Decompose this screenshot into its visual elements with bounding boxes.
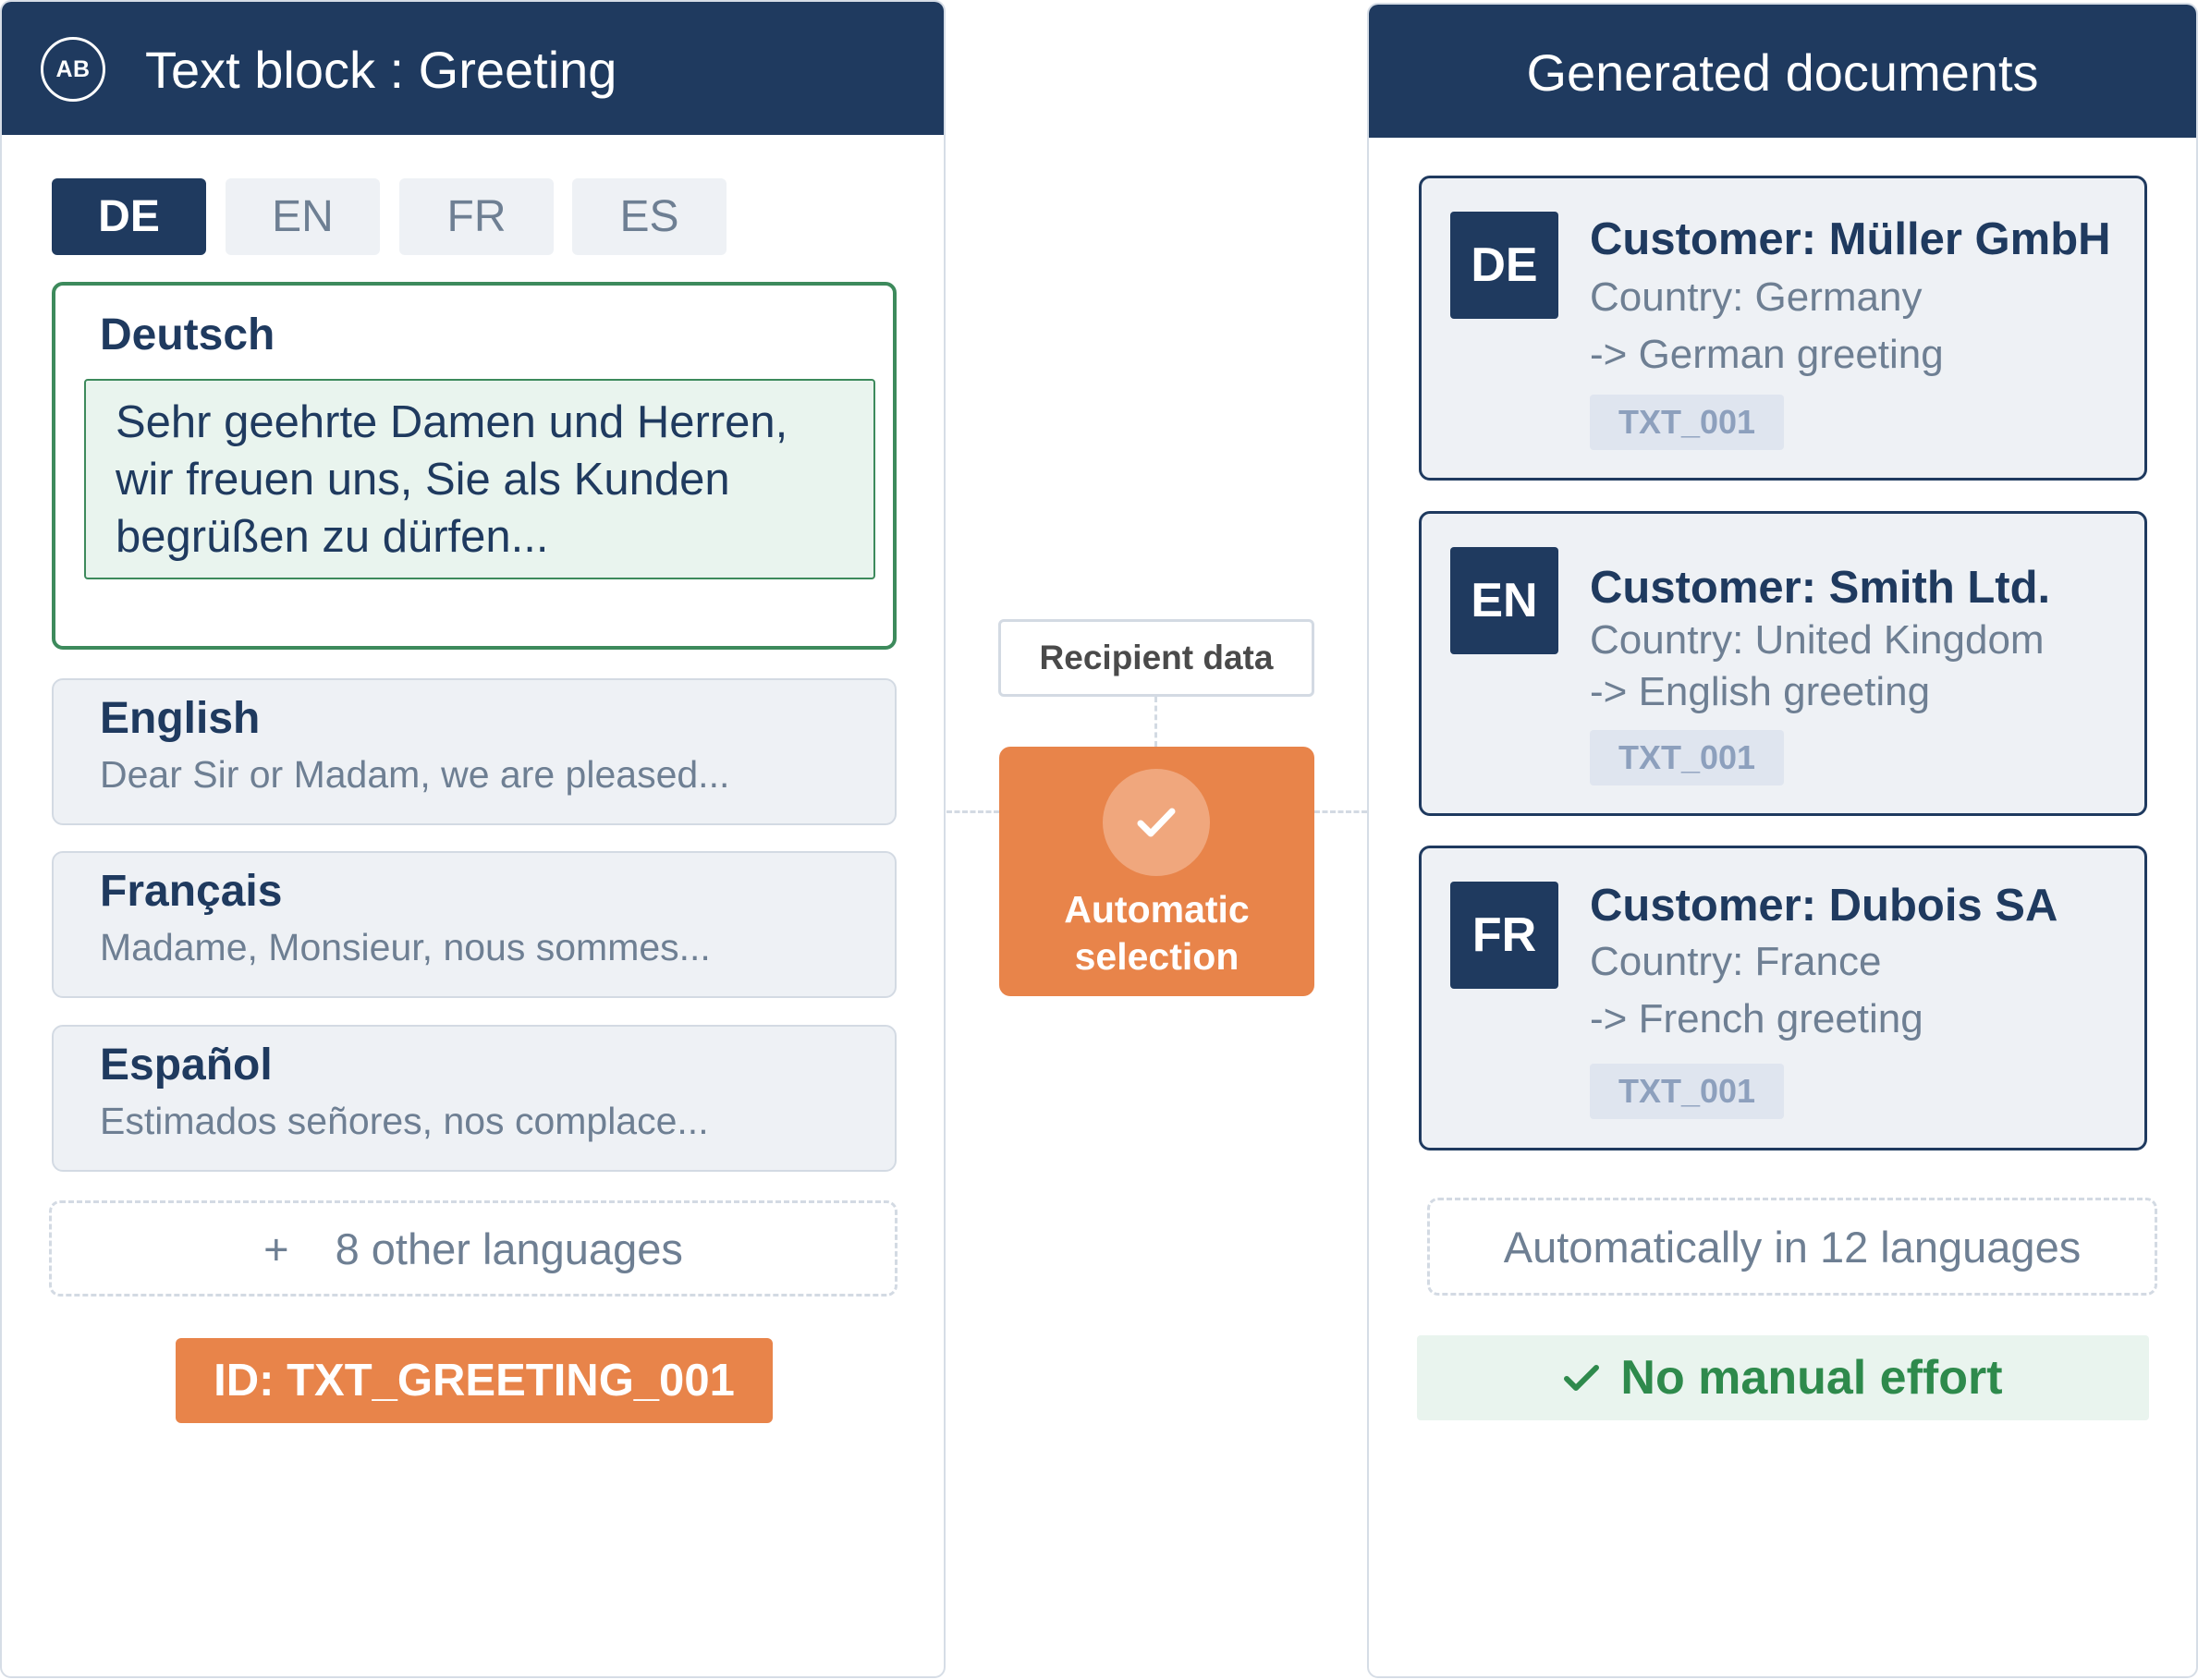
connector-left [946, 810, 999, 813]
text-id-badge: TXT_001 [1590, 730, 1784, 785]
automatic-selection-box: Automatic selection [999, 747, 1314, 996]
customer-country: Country: Germany [1590, 274, 1923, 320]
language-name: English [100, 694, 261, 743]
language-snippet: Madame, Monsieur, nous sommes... [100, 926, 711, 968]
language-card-francais[interactable]: Français Madame, Monsieur, nous sommes..… [52, 851, 897, 998]
check-icon [1103, 769, 1210, 876]
language-name: Español [100, 1041, 273, 1090]
language-text-editor[interactable]: Sehr geehrte Damen und Herren, wir freue… [84, 379, 875, 579]
text-block-id-badge: ID: TXT_GREETING_001 [176, 1338, 773, 1423]
language-snippet: Dear Sir or Madam, we are pleased... [100, 753, 730, 796]
language-code-badge: EN [1450, 547, 1558, 654]
greeting-type: -> German greeting [1590, 332, 1944, 377]
recipient-data-box: Recipient data [998, 619, 1314, 697]
language-code-badge: FR [1450, 882, 1558, 989]
no-manual-effort-banner: No manual effort [1417, 1335, 2149, 1420]
text-block-panel: AB Text block : Greeting DE EN FR ES Deu… [0, 0, 946, 1678]
customer-country: Country: France [1590, 939, 1882, 984]
greeting-type: -> French greeting [1590, 996, 1923, 1041]
tab-es[interactable]: ES [572, 178, 727, 255]
text-block-title: Text block : Greeting [145, 41, 617, 99]
language-card-english[interactable]: English Dear Sir or Madam, we are please… [52, 678, 897, 825]
tab-en[interactable]: EN [226, 178, 380, 255]
checkmark-icon [1564, 1365, 1600, 1391]
generated-documents-title: Generated documents [1526, 43, 2039, 102]
document-card-de[interactable]: DE Customer: Müller GmbH Country: German… [1419, 176, 2147, 481]
customer-name: Customer: Smith Ltd. [1590, 563, 2051, 613]
automatic-selection-label: Automatic selection [1064, 888, 1250, 978]
tab-fr[interactable]: FR [399, 178, 554, 255]
connector-vertical [1154, 697, 1157, 747]
greeting-type: -> English greeting [1590, 669, 1931, 714]
text-block-header: AB Text block : Greeting [2, 2, 944, 135]
language-name: Français [100, 867, 283, 916]
tab-de[interactable]: DE [52, 178, 206, 255]
customer-country: Country: United Kingdom [1590, 617, 2045, 663]
language-card-espanol[interactable]: Español Estimados señores, nos complace.… [52, 1025, 897, 1172]
other-languages-button[interactable]: + 8 other languages [49, 1200, 898, 1297]
text-block-icon: AB [41, 37, 105, 102]
generated-documents-header: Generated documents [1369, 5, 2196, 138]
customer-name: Customer: Müller GmbH [1590, 214, 2111, 264]
text-id-badge: TXT_001 [1590, 395, 1784, 450]
language-name: Deutsch [100, 310, 275, 359]
language-snippet: Estimados señores, nos complace... [100, 1100, 709, 1142]
language-code-badge: DE [1450, 212, 1558, 319]
connector-right [1314, 810, 1367, 813]
other-languages-label: 8 other languages [335, 1223, 683, 1273]
no-manual-effort-label: No manual effort [1620, 1351, 2003, 1405]
text-id-badge: TXT_001 [1590, 1064, 1784, 1119]
document-card-en[interactable]: EN Customer: Smith Ltd. Country: United … [1419, 511, 2147, 816]
plus-icon: + [263, 1223, 289, 1273]
language-card-deutsch[interactable]: Deutsch Sehr geehrte Damen und Herren, w… [52, 282, 897, 650]
customer-name: Customer: Dubois SA [1590, 881, 2058, 931]
automatic-languages-note: Automatically in 12 languages [1427, 1198, 2157, 1296]
document-card-fr[interactable]: FR Customer: Dubois SA Country: France -… [1419, 846, 2147, 1150]
